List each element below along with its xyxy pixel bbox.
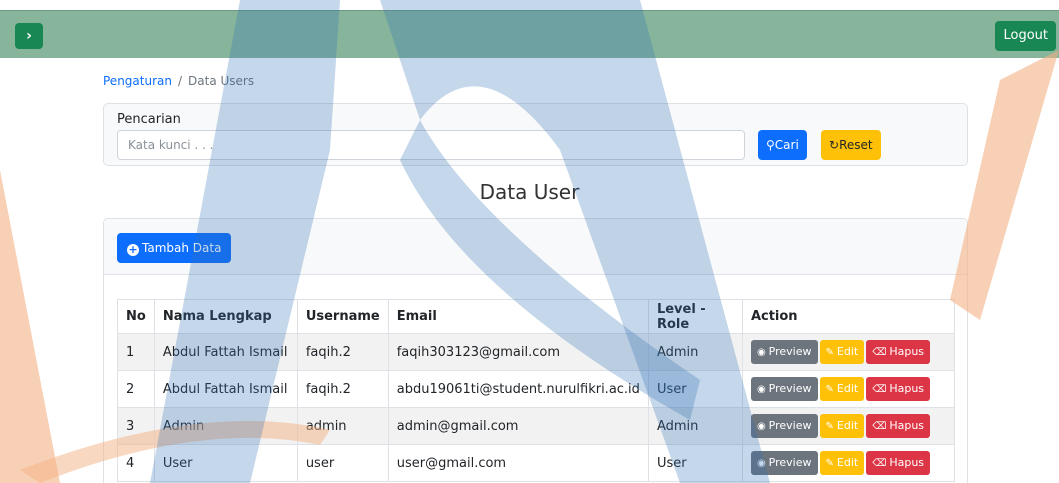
chevron-right-icon: › [26,28,32,44]
edit-icon: ✎ [825,421,834,432]
edit-label: Edit [836,345,859,358]
edit-button[interactable]: ✎ Edit [819,451,865,475]
eye-icon: ◉ [756,384,766,395]
column-header-username: Username [296,299,389,334]
cell-level: Admin [647,333,743,371]
column-header-level: Level - Role [647,299,743,334]
delete-button[interactable]: ⌫ Hapus [866,414,931,438]
cell-username: user [296,444,389,482]
delete-button[interactable]: ⌫ Hapus [866,451,931,475]
cell-no: 4 [117,444,155,482]
preview-label: Preview [768,382,812,395]
preview-button[interactable]: ◉ Preview [750,340,818,364]
eye-icon: ◉ [756,421,766,432]
cell-level: Admin [647,407,743,445]
cell-email: user@gmail.com [387,444,649,482]
delete-button[interactable]: ⌫ Hapus [866,377,931,401]
eye-icon: ◉ [756,347,766,358]
cell-email: faqih303123@gmail.com [387,333,649,371]
cell-level: User [647,370,743,408]
cell-username: faqih.2 [296,370,389,408]
preview-button[interactable]: ◉ Preview [750,451,818,475]
table-row: 4 User user user@gmail.com User ◉ Preview… [117,444,956,482]
edit-button[interactable]: ✎ Edit [819,377,865,401]
reset-button[interactable]: ↻Reset [821,130,881,160]
delete-label: Hapus [889,345,925,358]
cell-email: admin@gmail.com [387,407,649,445]
edit-icon: ✎ [825,384,834,395]
cell-name: User [153,444,298,482]
cell-name: Abdul Fattah Ismail [153,333,298,371]
cell-name: Abdul Fattah Ismail [153,370,298,408]
cell-actions: ◉ Preview ✎ Edit ⌫ Hapus [741,333,956,371]
column-header-no: No [117,299,155,334]
cell-name: Admin [153,407,298,445]
eraser-icon: ⌫ [872,347,887,358]
search-button[interactable]: ⚲Cari [758,130,807,160]
preview-button[interactable]: ◉ Preview [750,414,818,438]
search-panel: Pencarian ⚲Cari ↻Reset [103,103,968,166]
cell-email: abdu19061ti@student.nurulfikri.ac.id [387,370,649,408]
edit-label: Edit [836,382,859,395]
search-button-label: Cari [774,138,799,152]
column-header-email: Email [387,299,649,334]
cell-no: 1 [117,333,155,371]
add-data-label: Tambah Data [142,241,222,255]
cell-actions: ◉ Preview ✎ Edit ⌫ Hapus [741,407,956,445]
eraser-icon: ⌫ [872,458,887,469]
preview-label: Preview [768,345,812,358]
breadcrumb: Pengaturan / Data Users [103,74,254,88]
cell-level: User [647,444,743,482]
sidebar-toggle-button[interactable]: › [15,23,43,49]
delete-label: Hapus [889,419,925,432]
top-navbar: › Logout [0,10,1059,58]
plus-circle-icon: + [127,243,139,256]
edit-button[interactable]: ✎ Edit [819,414,865,438]
edit-icon: ✎ [825,347,834,358]
breadcrumb-link-pengaturan[interactable]: Pengaturan [103,74,172,88]
delete-label: Hapus [889,382,925,395]
preview-label: Preview [768,419,812,432]
users-table: No Nama Lengkap Username Email Level - R… [117,299,956,482]
logout-button[interactable]: Logout [995,21,1056,51]
cell-username: faqih.2 [296,333,389,371]
table-row: 2 Abdul Fattah Ismail faqih.2 abdu19061t… [117,370,956,408]
delete-label: Hapus [889,456,925,469]
preview-label: Preview [768,456,812,469]
edit-label: Edit [836,456,859,469]
cell-username: admin [296,407,389,445]
add-data-button[interactable]: + Tambah Data [117,233,232,263]
delete-button[interactable]: ⌫ Hapus [866,340,931,364]
edit-icon: ✎ [825,458,834,469]
breadcrumb-separator: / [177,74,183,88]
column-header-action: Action [741,299,956,334]
eraser-icon: ⌫ [872,421,887,432]
eraser-icon: ⌫ [872,384,887,395]
reset-button-label: Reset [839,138,873,152]
search-input[interactable] [117,130,745,160]
cell-actions: ◉ Preview ✎ Edit ⌫ Hapus [741,370,956,408]
cell-actions: ◉ Preview ✎ Edit ⌫ Hapus [741,444,956,482]
edit-button[interactable]: ✎ Edit [819,340,865,364]
table-header-row: No Nama Lengkap Username Email Level - R… [117,299,956,334]
data-card-header: + Tambah Data [104,219,967,275]
breadcrumb-current: Data Users [188,74,255,88]
preview-button[interactable]: ◉ Preview [750,377,818,401]
column-header-name: Nama Lengkap [153,299,298,334]
search-icon: ⚲ [766,138,775,152]
cell-no: 3 [117,407,155,445]
table-row: 3 Admin admin admin@gmail.com Admin ◉ Pre… [117,407,956,445]
page-title: Data User [479,180,580,204]
eye-icon: ◉ [756,458,766,469]
search-label: Pencarian [117,112,181,127]
edit-label: Edit [836,419,859,432]
cell-no: 2 [117,370,155,408]
reset-icon: ↻ [829,138,840,152]
table-row: 1 Abdul Fattah Ismail faqih.2 faqih30312… [117,333,956,371]
